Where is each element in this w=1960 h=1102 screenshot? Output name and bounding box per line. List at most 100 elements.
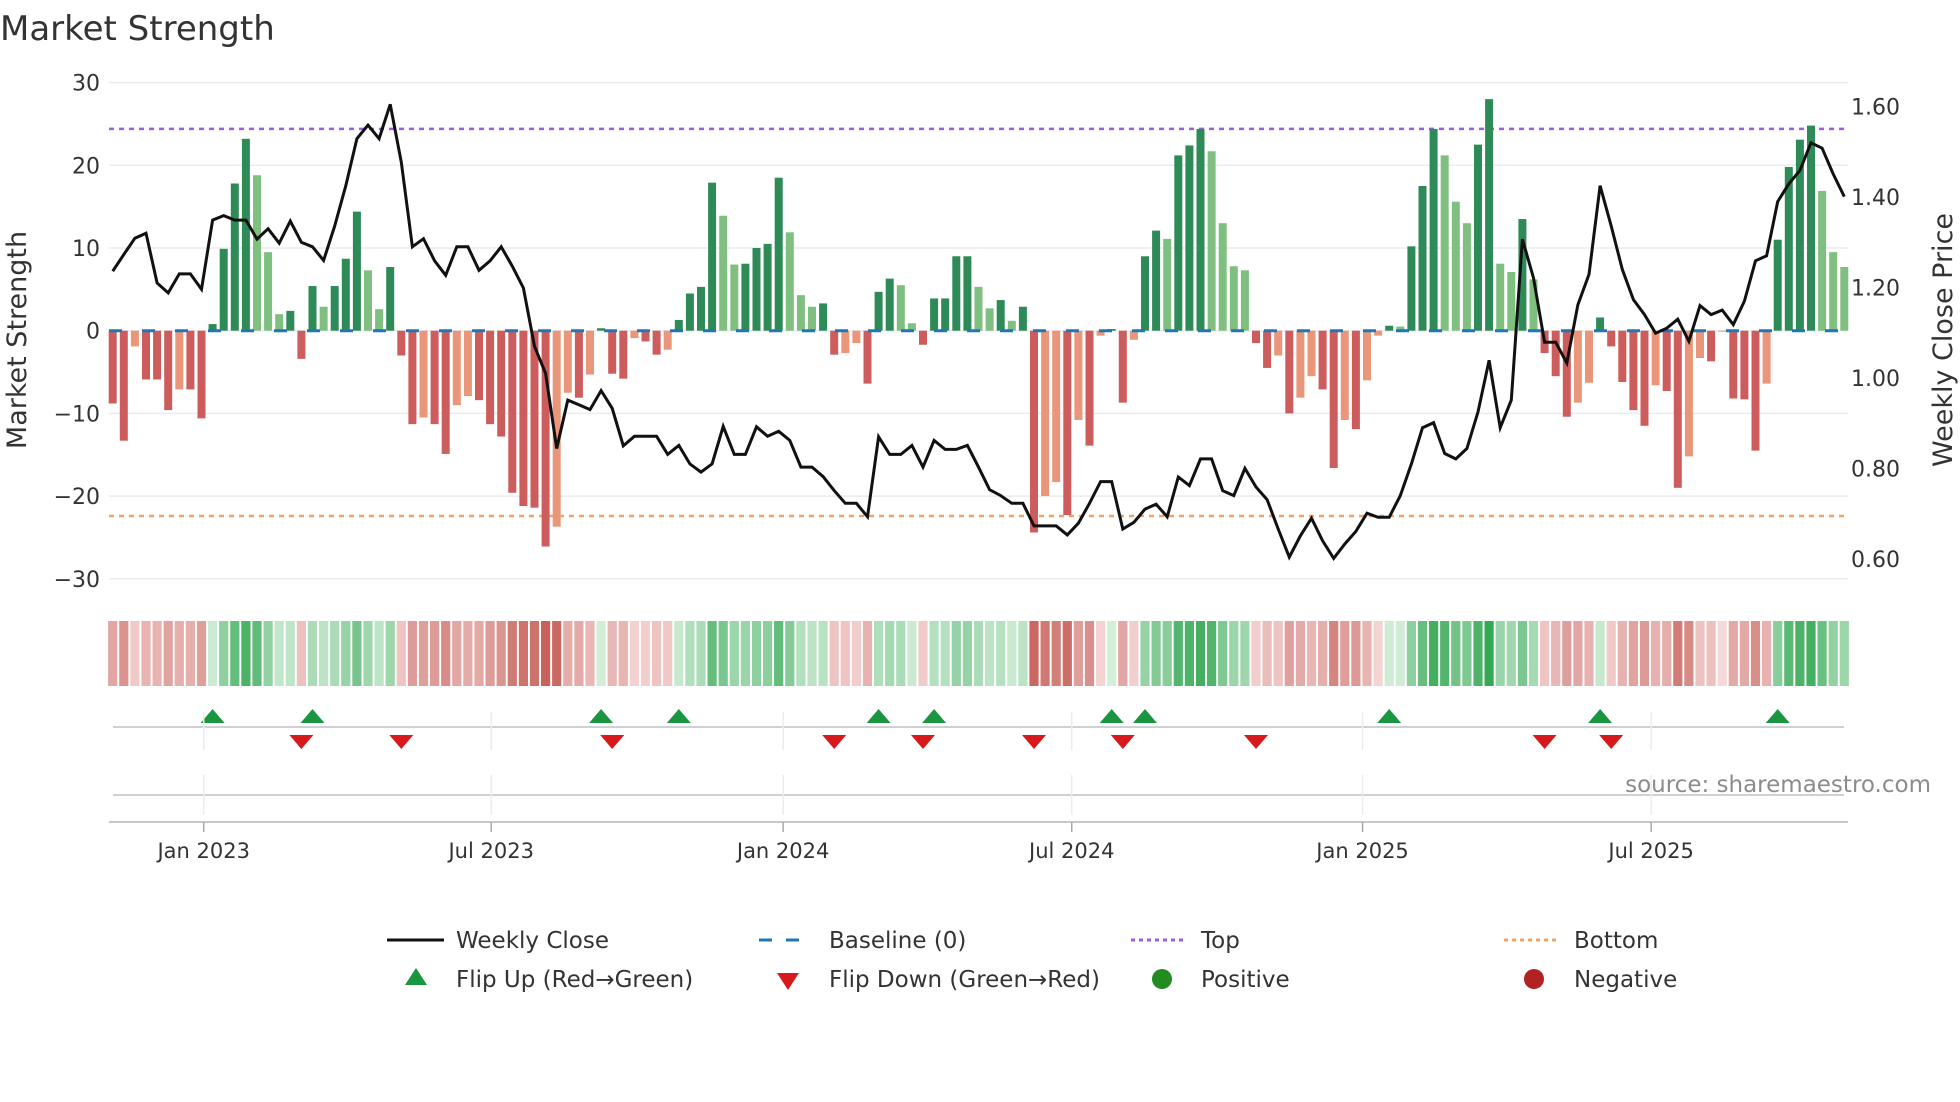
heat-cell: [1517, 621, 1527, 686]
bar-positive: [375, 309, 384, 331]
heat-cell: [1273, 621, 1283, 686]
heat-cell: [885, 621, 895, 686]
flip-down-marker: [600, 735, 625, 749]
bar-positive: [1407, 246, 1416, 331]
bar-negative: [1629, 330, 1638, 411]
bar-negative: [1296, 330, 1305, 398]
bar-negative: [1762, 330, 1771, 384]
heat-cell: [1340, 621, 1350, 686]
flip-down-marker: [911, 735, 935, 749]
x-tick-label: Jan 2024: [735, 839, 830, 863]
heat-cell: [1351, 621, 1361, 686]
heat-cell: [1240, 621, 1250, 686]
bar-positive: [885, 278, 894, 331]
market-strength-chart: Market Strength Market Strength Weekly C…: [0, 9, 1959, 993]
heat-cell: [940, 621, 950, 686]
heat-cell: [1440, 621, 1450, 686]
bar-positive: [1174, 155, 1183, 331]
heat-cell: [1584, 621, 1594, 686]
heat-cell: [319, 621, 329, 686]
bar-negative: [1718, 330, 1727, 332]
bar-positive: [1196, 128, 1205, 331]
heat-cell: [1473, 621, 1483, 686]
bar-positive: [1207, 151, 1216, 331]
bar-negative: [130, 330, 139, 347]
heat-cell: [1551, 621, 1561, 686]
heat-cell: [785, 621, 795, 686]
heat-cell: [1595, 621, 1605, 686]
bar-positive: [985, 308, 994, 331]
heat-cell: [385, 621, 395, 686]
x-tick-label: Jan 2025: [1314, 839, 1409, 863]
bar-negative: [1551, 330, 1560, 377]
heat-cell: [696, 621, 706, 686]
bar-negative: [1607, 330, 1616, 347]
bar-negative: [1684, 330, 1693, 457]
legend-weekly-close: Weekly Close: [456, 928, 609, 954]
bar-positive: [697, 286, 705, 331]
y2-axis-label: Weekly Close Price: [1928, 213, 1959, 467]
heat-cell: [1750, 621, 1761, 686]
heat-cell: [352, 621, 362, 686]
y2-tick-label: 0.80: [1851, 457, 1900, 482]
heat-cell: [552, 621, 562, 686]
heat-cell: [363, 621, 373, 686]
bar-positive: [785, 232, 794, 331]
bar-negative: [1673, 330, 1682, 488]
heat-cell: [1162, 621, 1172, 686]
flip-down-marker: [1110, 735, 1135, 749]
y-tick-label: −20: [54, 485, 100, 510]
heat-cell: [1762, 621, 1772, 686]
heat-cell: [252, 621, 262, 686]
legend-negative: Negative: [1574, 967, 1677, 993]
bar-negative: [1618, 330, 1627, 382]
bar-positive: [996, 300, 1005, 331]
bar-positive: [896, 285, 905, 331]
bar-negative: [1030, 330, 1038, 533]
heat-cell: [330, 621, 340, 686]
heat-cell: [674, 621, 684, 686]
heat-cell: [374, 621, 384, 686]
bar-negative: [1729, 330, 1738, 399]
heat-cell: [1362, 621, 1372, 686]
legend-bottom: Bottom: [1574, 928, 1658, 954]
heat-cell: [529, 621, 540, 686]
bar-negative: [463, 330, 472, 397]
heat-cell: [1151, 621, 1161, 686]
chart-title: Market Strength: [0, 9, 275, 49]
legend-top: Top: [1200, 928, 1240, 954]
heat-cell: [1207, 621, 1217, 686]
heat-cell: [119, 621, 129, 686]
heat-cell: [1218, 621, 1228, 686]
heat-cell: [152, 621, 162, 686]
heat-cell: [818, 621, 828, 686]
heat-cell: [1462, 621, 1472, 686]
heat-cell: [751, 621, 762, 686]
heat-cell: [918, 621, 928, 686]
flip-up-marker: [922, 709, 947, 723]
bar-positive: [1773, 239, 1782, 331]
heat-cell: [973, 621, 984, 686]
flip-down-marker: [1599, 735, 1624, 749]
heat-cell: [452, 621, 462, 686]
heat-cell: [1306, 621, 1317, 686]
heat-cell: [1606, 621, 1616, 686]
heat-cell: [685, 621, 695, 686]
bar-negative: [1252, 330, 1260, 344]
heat-cell: [1573, 621, 1583, 686]
heat-cell: [1717, 621, 1727, 686]
heat-cell: [718, 621, 728, 686]
heat-cell: [1739, 621, 1749, 686]
heat-cell: [1051, 621, 1061, 686]
bar-negative: [586, 330, 594, 375]
bar-negative: [1740, 330, 1749, 400]
heat-cell: [407, 621, 417, 686]
bar-negative: [430, 330, 439, 425]
flip-up-marker: [666, 709, 691, 723]
heat-cell: [1007, 621, 1017, 686]
flip-up-marker: [300, 709, 325, 723]
bar-positive: [386, 267, 395, 331]
strength-bars: [108, 99, 1849, 547]
heat-cell: [1795, 621, 1805, 686]
heat-cell: [1429, 621, 1439, 686]
